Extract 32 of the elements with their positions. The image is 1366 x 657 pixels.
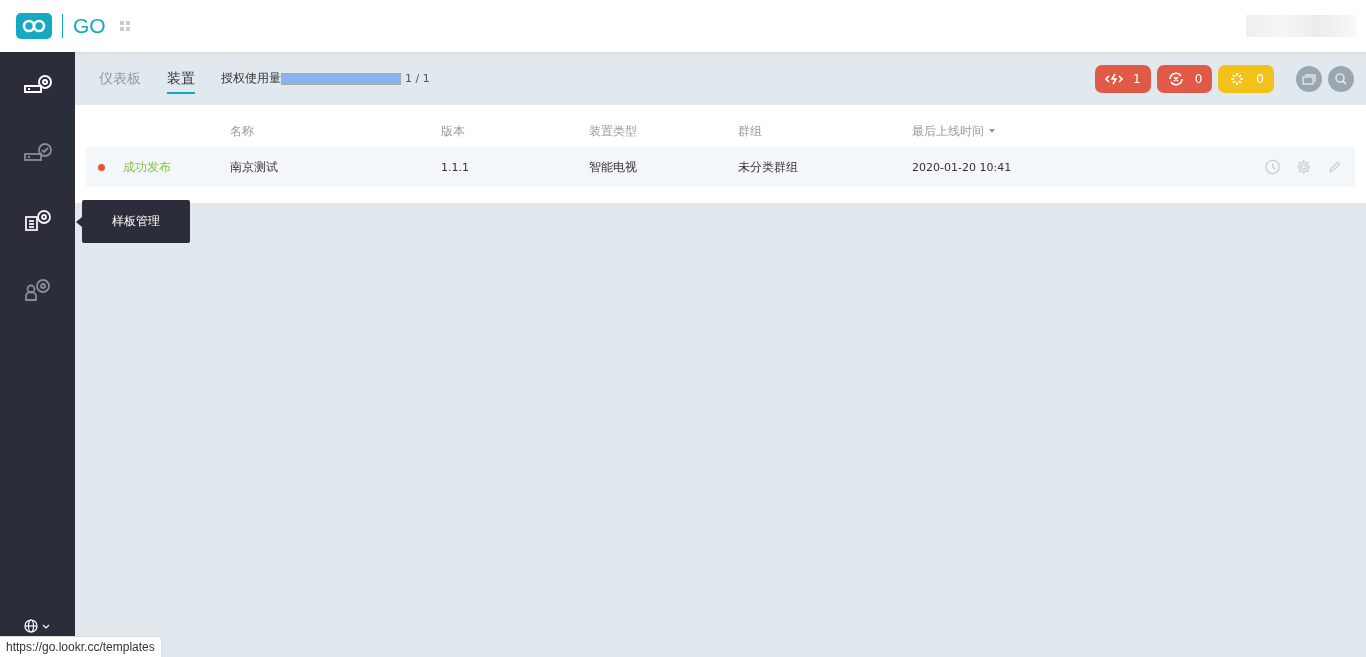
license-label: 授权使用量 — [221, 70, 281, 87]
table-cell-text: 成功发布 — [123, 158, 172, 176]
license-count: 1 / 1 — [405, 72, 430, 85]
column-header[interactable]: 最后上线时间 — [912, 122, 1265, 140]
table-cell-text: 未分类群组 — [738, 158, 799, 176]
column-header: 名称 — [230, 122, 255, 140]
table-cell-text: 智能电视 — [589, 158, 638, 176]
table-cell-text: 南京测试 — [230, 158, 279, 176]
alert-badge[interactable]: 1 — [1095, 64, 1151, 93]
table-cell-text: 1.1.1 — [441, 160, 470, 174]
globe-dropdown-icon[interactable] — [23, 619, 52, 633]
settings-icon[interactable] — [1296, 159, 1312, 175]
column-header: 群组 — [738, 122, 763, 140]
pencil-icon[interactable] — [1327, 160, 1341, 174]
tab[interactable]: 装置 — [167, 63, 195, 94]
clock-icon[interactable] — [1265, 159, 1281, 175]
table-cell-text: 2020-01-20 10:41 — [912, 160, 1013, 174]
column-header: 装置类型 — [589, 122, 638, 140]
status-url: https://go.lookr.cc/templates — [0, 636, 162, 657]
tooltip-pointer-icon — [76, 216, 82, 227]
infinity-logo-icon[interactable] — [16, 13, 52, 39]
user-gear-icon[interactable] — [22, 277, 53, 303]
windows-icon[interactable] — [1296, 65, 1322, 92]
tooltip: 样板管理 — [76, 200, 190, 243]
table-row[interactable]: 成功发布 南京测试 1.1.1 智能电视 未分类群组 2020-01-20 10:41 — [86, 147, 1355, 187]
app-name: GO — [73, 14, 106, 38]
grid-icon[interactable] — [119, 21, 130, 31]
search-icon[interactable] — [1328, 65, 1354, 92]
sort-caret-icon[interactable] — [989, 129, 995, 133]
column-header: 版本 — [441, 122, 466, 140]
tab[interactable]: 仪表板 — [99, 63, 141, 94]
alert-badge[interactable]: 0 — [1156, 64, 1213, 93]
